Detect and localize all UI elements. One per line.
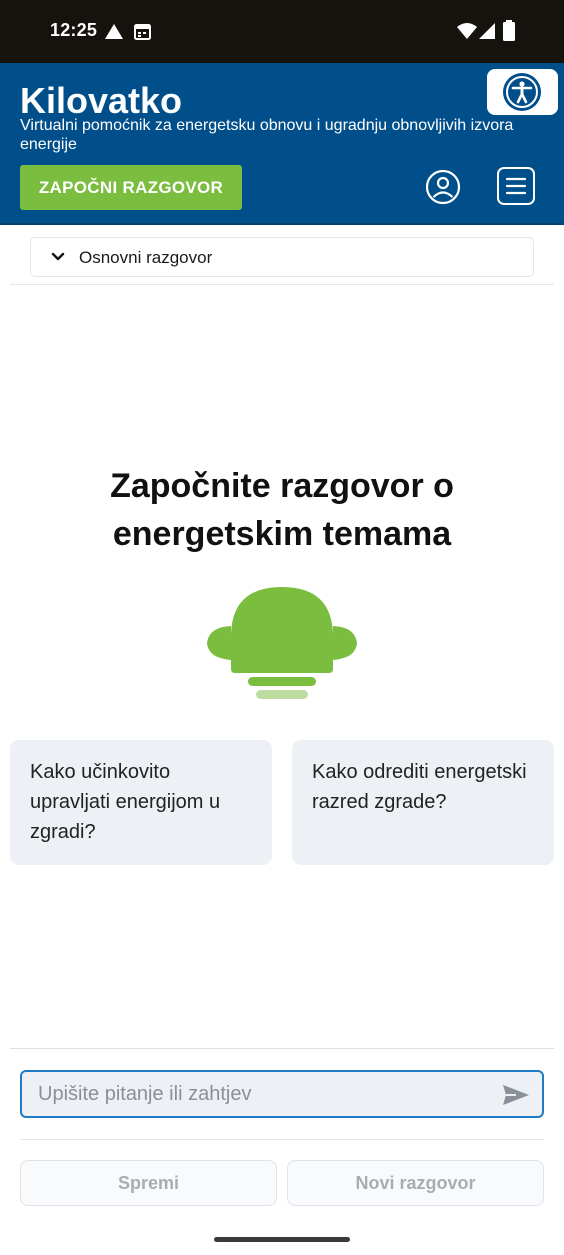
divider <box>10 1048 554 1049</box>
new-conversation-button[interactable]: Novi razgovor <box>287 1160 544 1206</box>
status-bar: 12:25 <box>0 0 564 63</box>
start-conversation-button[interactable]: ZAPOČNI RAZGOVOR <box>20 165 242 210</box>
send-icon[interactable] <box>502 1083 530 1112</box>
message-input-container <box>20 1070 544 1118</box>
conversation-selector[interactable]: Osnovni razgovor <box>30 237 534 277</box>
signal-icon <box>478 22 496 45</box>
app-header: Kilovatko Virtualni pomoćnik za energets… <box>0 63 564 225</box>
home-indicator[interactable] <box>214 1237 350 1242</box>
calendar-icon <box>134 23 151 45</box>
suggestion-card[interactable]: Kako učinkovito upravljati energijom u z… <box>10 740 272 865</box>
battery-icon <box>503 20 515 46</box>
status-time: 12:25 <box>50 20 98 40</box>
divider <box>10 284 554 285</box>
suggestion-card[interactable]: Kako odrediti energetski razred zgrade? <box>292 740 554 865</box>
menu-icon[interactable] <box>497 167 535 205</box>
app-title: Kilovatko <box>20 80 183 121</box>
conversation-selector-label: Osnovni razgovor <box>79 248 213 267</box>
message-input[interactable] <box>38 1072 488 1116</box>
wifi-icon <box>456 22 478 45</box>
user-icon[interactable] <box>424 168 462 206</box>
app-subtitle: Virtualni pomoćnik za energetsku obnovu … <box>20 117 514 153</box>
lightbulb-icon <box>205 585 359 706</box>
chevron-down-icon <box>51 250 65 269</box>
accessibility-button[interactable] <box>487 69 558 115</box>
divider <box>20 1139 544 1140</box>
accessibility-icon <box>503 73 541 111</box>
navigation-arrow-icon <box>104 23 124 45</box>
save-button[interactable]: Spremi <box>20 1160 277 1206</box>
page-title: Započnite razgovor o energetskim temama <box>110 467 454 553</box>
